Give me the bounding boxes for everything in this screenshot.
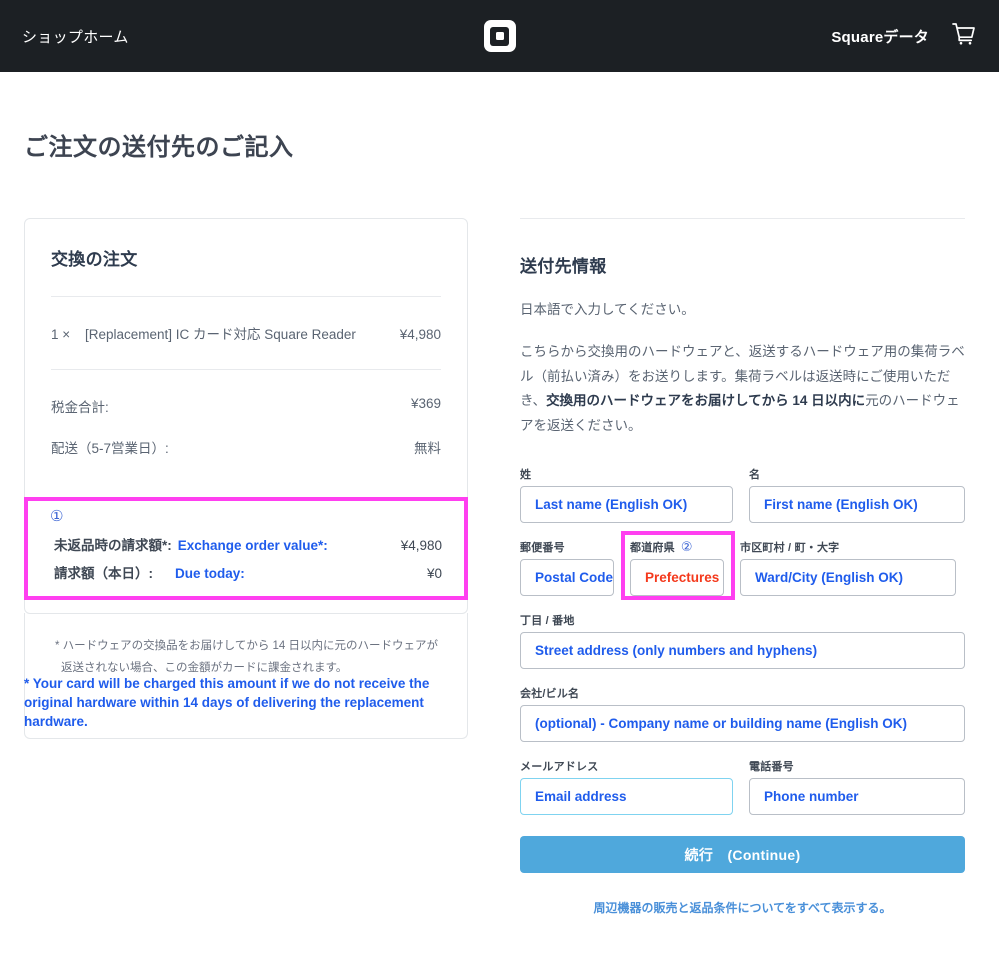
field-street-address: 丁目 / 番地 Street address (only numbers and… bbox=[520, 612, 965, 670]
input-last-name[interactable]: Last name (English OK) bbox=[520, 486, 733, 524]
shipping-description-bold: 交換用のハードウェアをお届けしてから 14 日以内に bbox=[546, 393, 866, 409]
charge-label-jp-exchange: 未返品時の請求額*: bbox=[54, 537, 172, 553]
square-logo-inner bbox=[490, 26, 509, 46]
shipping-form-column: 送付先情報 日本語で入力してください。 こちらから交換用のハードウェアと、返送す… bbox=[520, 218, 965, 916]
site-header: ショップホーム Squareデータ bbox=[0, 0, 999, 72]
input-prefecture[interactable]: Prefectures bbox=[630, 559, 724, 597]
order-line-item: 1 × [Replacement] IC カード対応 Square Reader… bbox=[51, 323, 441, 343]
total-row-shipping: 配送（5-7営業日）: 無料 bbox=[51, 437, 441, 457]
field-company-name: 会社/ビル名 (optional) - Company name or buil… bbox=[520, 685, 965, 743]
footnote-english-annotation: * Your card will be charged this amount … bbox=[24, 676, 430, 730]
label-email: メールアドレス bbox=[520, 760, 599, 773]
shipping-language-note: 日本語で入力してください。 bbox=[520, 302, 695, 317]
charge-label-jp-due: 請求額（本日）: bbox=[54, 565, 153, 581]
cart-icon[interactable] bbox=[951, 22, 977, 51]
header-right-group: Squareデータ bbox=[831, 22, 977, 51]
input-company-name[interactable]: (optional) - Company name or building na… bbox=[520, 705, 965, 743]
field-ward-city: 市区町村 / 町・大字 Ward/City (English OK) bbox=[740, 539, 956, 597]
total-label-tax: 税金合計: bbox=[51, 400, 109, 415]
charge-amount-exchange: ¥4,980 bbox=[400, 537, 442, 553]
total-value-tax: ¥369 bbox=[410, 396, 441, 411]
charge-highlight-box: ① 未返品時の請求額*: Exchange order value*: ¥4,9… bbox=[24, 497, 468, 600]
input-ward-city[interactable]: Ward/City (English OK) bbox=[740, 559, 956, 597]
label-postal-code: 郵便番号 bbox=[520, 541, 565, 554]
charge-row-due-today: 請求額（本日）: Due today: ¥0 bbox=[50, 562, 442, 582]
field-row-name: 姓 Last name (English OK) 名 First name (E… bbox=[520, 466, 965, 524]
input-street-address[interactable]: Street address (only numbers and hyphens… bbox=[520, 632, 965, 670]
charge-amount-due: ¥0 bbox=[426, 565, 442, 581]
page-title: ご注文の送付先のご記入 bbox=[24, 134, 294, 161]
line-item-price: ¥4,980 bbox=[399, 327, 441, 342]
field-row-address: 郵便番号 Postal Code 都道府県 ② Prefectures 市区町村… bbox=[520, 531, 965, 601]
input-first-name[interactable]: First name (English OK) bbox=[749, 486, 965, 524]
annotation-marker-2: ② bbox=[680, 538, 693, 554]
shop-home-link[interactable]: ショップホーム bbox=[22, 26, 129, 47]
terms-and-returns-link[interactable]: 周辺機器の販売と返品条件についてをすべて表示する。 bbox=[520, 899, 965, 916]
field-row-contact: メールアドレス Email address 電話番号 Phone number bbox=[520, 758, 965, 816]
label-prefecture: 都道府県 ② bbox=[630, 539, 724, 554]
account-link[interactable]: Squareデータ bbox=[831, 26, 929, 47]
field-postal-code: 郵便番号 Postal Code bbox=[520, 539, 614, 597]
field-email: メールアドレス Email address bbox=[520, 758, 733, 816]
label-first-name: 名 bbox=[749, 468, 761, 481]
shipping-section-title: 送付先情報 bbox=[520, 257, 607, 276]
field-first-name: 名 First name (English OK) bbox=[749, 466, 965, 524]
input-email[interactable]: Email address bbox=[520, 778, 733, 816]
order-summary-title: 交換の注文 bbox=[51, 250, 138, 269]
label-phone: 電話番号 bbox=[749, 760, 794, 773]
line-item-name: [Replacement] IC カード対応 Square Reader bbox=[85, 327, 356, 342]
square-logo-core bbox=[495, 32, 504, 40]
label-street-address: 丁目 / 番地 bbox=[520, 614, 575, 627]
input-phone[interactable]: Phone number bbox=[749, 778, 965, 816]
field-prefecture: 都道府県 ② Prefectures bbox=[621, 531, 735, 601]
continue-button[interactable]: 続行 (Continue) bbox=[520, 836, 965, 874]
order-summary-column: 交換の注文 1 × [Replacement] IC カード対応 Square … bbox=[24, 218, 468, 739]
label-ward-city: 市区町村 / 町・大字 bbox=[740, 541, 840, 554]
divider bbox=[51, 369, 441, 370]
main-content: 交換の注文 1 × [Replacement] IC カード対応 Square … bbox=[0, 218, 999, 916]
total-row-tax: 税金合計: ¥369 bbox=[51, 396, 441, 416]
annotation-marker-1: ① bbox=[50, 508, 64, 525]
charge-row-exchange-value: 未返品時の請求額*: Exchange order value*: ¥4,980 bbox=[50, 534, 442, 554]
label-last-name: 姓 bbox=[520, 468, 532, 481]
field-row-company: 会社/ビル名 (optional) - Company name or buil… bbox=[520, 685, 965, 743]
divider bbox=[520, 218, 965, 219]
line-item-qty: 1 × bbox=[51, 327, 71, 342]
square-logo[interactable] bbox=[483, 20, 516, 52]
charge-label-en-exchange: Exchange order value*: bbox=[177, 537, 328, 553]
total-label-shipping: 配送（5-7営業日）: bbox=[51, 441, 169, 456]
shipping-description: こちらから交換用のハードウェアと、返送するハードウェア用の集荷ラベル（前払い済み… bbox=[520, 340, 965, 438]
label-company-name: 会社/ビル名 bbox=[520, 687, 580, 700]
field-row-street: 丁目 / 番地 Street address (only numbers and… bbox=[520, 612, 965, 670]
charge-label-en-due: Due today: bbox=[175, 565, 245, 581]
divider bbox=[51, 296, 441, 297]
input-postal-code[interactable]: Postal Code bbox=[520, 559, 614, 597]
field-phone: 電話番号 Phone number bbox=[749, 758, 965, 816]
label-prefecture-text: 都道府県 bbox=[630, 541, 675, 554]
field-last-name: 姓 Last name (English OK) bbox=[520, 466, 733, 524]
total-value-shipping: 無料 bbox=[414, 441, 441, 456]
